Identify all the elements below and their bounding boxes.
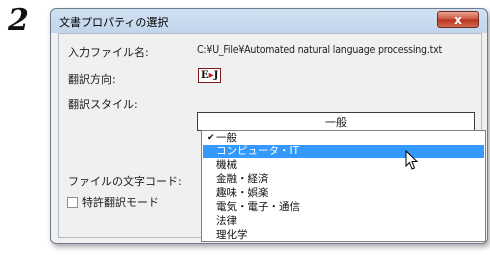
step-number: 2 (8, 3, 29, 38)
style-dropdown[interactable]: 一般 (197, 112, 475, 131)
style-option-general[interactable]: ✔ 一般 (203, 132, 484, 145)
direction-to: J (213, 70, 219, 81)
style-option-label: 一般 (216, 132, 237, 144)
style-option-label: コンピュータ・IT (216, 145, 300, 157)
input-file-label: 入力ファイル名: (68, 46, 149, 59)
patent-mode-label: 特許翻訳モード (82, 196, 159, 209)
style-option-label: 金融・経済 (216, 173, 269, 185)
style-option-science[interactable]: 理化学 (203, 229, 484, 241)
style-option-law[interactable]: 法律 (203, 215, 484, 228)
dialog-body: 入力ファイル名: C:¥U_File¥Automated natural lan… (58, 33, 486, 242)
style-option-label: 理化学 (216, 229, 248, 241)
style-option-label: 電気・電子・通信 (216, 201, 300, 213)
check-icon: ✔ (207, 133, 215, 143)
direction-badge: E▸J (198, 68, 222, 83)
patent-mode-checkbox[interactable] (67, 196, 78, 208)
encoding-label: ファイルの文字コード: (68, 175, 182, 188)
style-option-finance[interactable]: 金融・経済 (203, 173, 484, 186)
mouse-pointer-icon (405, 150, 419, 170)
style-option-machinery[interactable]: 機械 (203, 159, 484, 172)
close-button[interactable]: x (437, 11, 479, 28)
style-option-label: 趣味・娯楽 (216, 187, 269, 199)
style-option-label: 法律 (216, 215, 237, 227)
style-option-hobby[interactable]: 趣味・娯楽 (203, 187, 484, 200)
style-label: 翻訳スタイル: (68, 98, 138, 111)
style-option-computer-it[interactable]: コンピュータ・IT (203, 145, 484, 158)
patent-mode-row[interactable]: 特許翻訳モード (67, 194, 159, 210)
close-icon: x (454, 12, 462, 27)
style-selected-value: 一般 (325, 115, 347, 129)
style-dropdown-list: ✔ 一般 コンピュータ・IT 機械 金融・経済 趣味・娯楽 電気・電子・通信 法… (201, 130, 486, 242)
dialog-title: 文書プロパティの選択 (59, 16, 169, 29)
title-bar[interactable]: 文書プロパティの選択 x (51, 9, 487, 33)
style-option-electronics[interactable]: 電気・電子・通信 (203, 201, 484, 214)
document-properties-dialog: 文書プロパティの選択 x 入力ファイル名: C:¥U_File¥Automate… (50, 8, 488, 244)
direction-from: E (201, 70, 209, 81)
direction-label: 翻訳方向: (68, 73, 116, 86)
style-option-label: 機械 (216, 159, 237, 171)
input-file-path: C:¥U_File¥Automated natural language pro… (197, 44, 443, 56)
